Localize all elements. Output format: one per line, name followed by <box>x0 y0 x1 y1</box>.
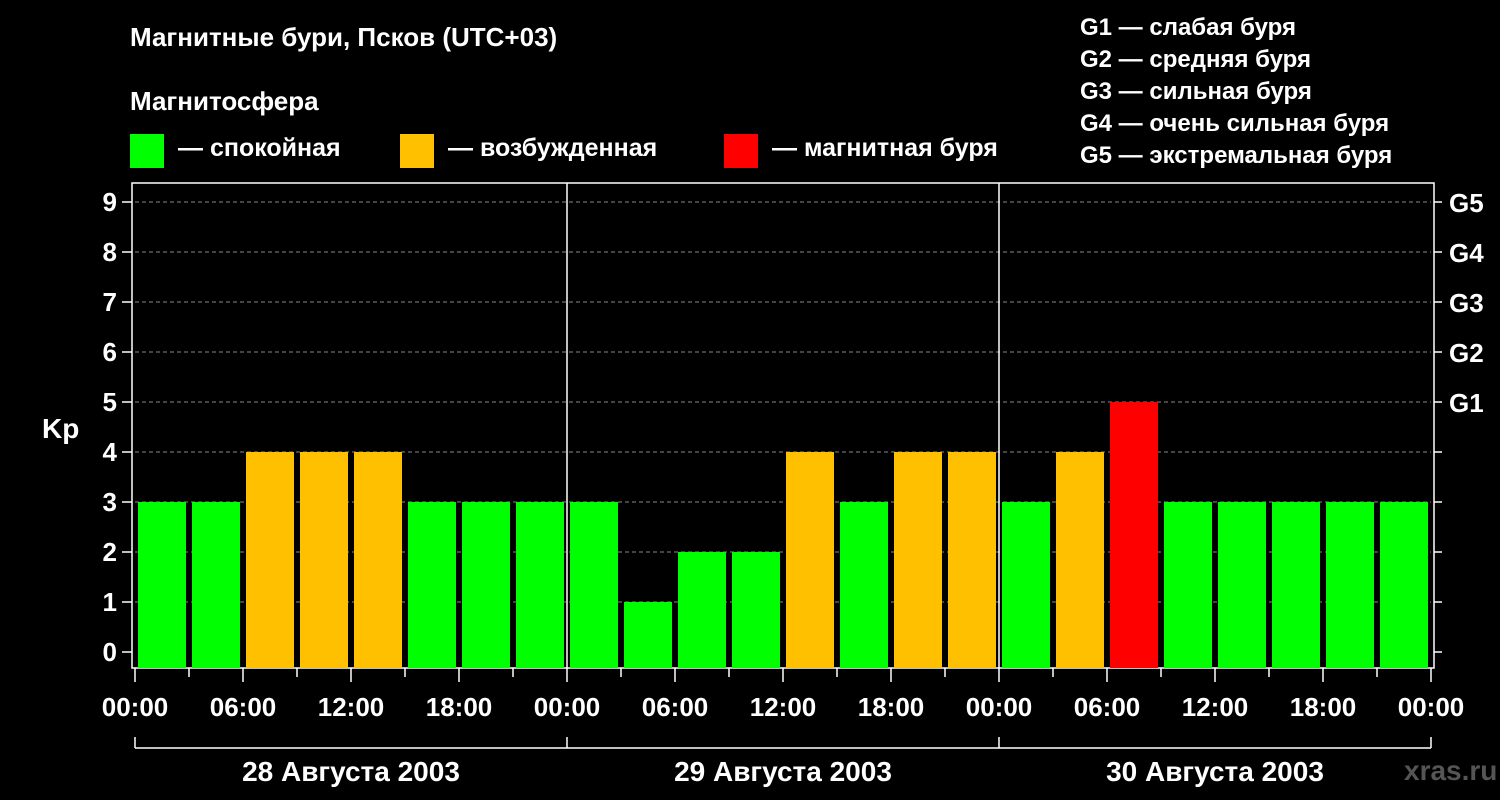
x-tick-label: 06:00 <box>210 692 277 722</box>
kp-bar <box>840 502 888 668</box>
x-tick-label: 06:00 <box>1074 692 1141 722</box>
kp-bar <box>462 502 510 668</box>
kp-bar <box>678 552 726 668</box>
g-scale-label: G4 <box>1449 238 1484 268</box>
y-tick-label: 7 <box>103 287 117 317</box>
y-tick-label: 8 <box>103 237 117 267</box>
g-scale-label: G5 <box>1449 188 1484 218</box>
kp-bar <box>192 502 240 668</box>
x-tick-label: 18:00 <box>426 692 493 722</box>
kp-bar <box>570 502 618 668</box>
kp-bar <box>516 502 564 668</box>
y-tick-label: 5 <box>103 387 117 417</box>
kp-bar <box>354 452 402 668</box>
y-tick-label: 2 <box>103 537 117 567</box>
x-tick-label: 00:00 <box>534 692 601 722</box>
kp-bar <box>948 452 996 668</box>
kp-bar <box>894 452 942 668</box>
x-tick-label: 12:00 <box>750 692 817 722</box>
kp-bar <box>1164 502 1212 668</box>
x-tick-label: 18:00 <box>858 692 925 722</box>
watermark: xras.ru <box>1404 755 1498 786</box>
y-tick-label: 9 <box>103 187 117 217</box>
y-tick-label: 4 <box>103 437 118 467</box>
kp-bar <box>138 502 186 668</box>
kp-chart: 0 1 2 3 4 5 6 7 8 9 Kp G1 G2 G3 G4 G5 00:00 06:00 12:00 18:… <box>42 182 1484 787</box>
kp-bar <box>732 552 780 668</box>
kp-bar <box>408 502 456 668</box>
kp-bar <box>1218 502 1266 668</box>
kp-bar <box>786 452 834 668</box>
x-tick-label: 12:00 <box>318 692 385 722</box>
y-tick-label: 1 <box>103 587 117 617</box>
x-tick-label: 12:00 <box>1182 692 1249 722</box>
kp-bar <box>1380 502 1428 668</box>
day-label: 30 Августа 2003 <box>1106 756 1324 787</box>
kp-bar <box>246 452 294 668</box>
x-tick-label: 06:00 <box>642 692 709 722</box>
kp-bar <box>1272 502 1320 668</box>
y-tick-label: 0 <box>103 637 117 667</box>
kp-bar <box>1110 402 1158 668</box>
y-axis-label: Kp <box>42 413 79 444</box>
g-scale-label: G3 <box>1449 288 1484 318</box>
day-label: 29 Августа 2003 <box>674 756 892 787</box>
kp-bar <box>624 602 672 668</box>
g-scale-label: G2 <box>1449 338 1484 368</box>
x-tick-label: 18:00 <box>1290 692 1357 722</box>
day-label: 28 Августа 2003 <box>242 756 460 787</box>
x-tick-label: 00:00 <box>102 692 169 722</box>
y-tick-label: 3 <box>103 487 117 517</box>
kp-bar <box>1002 502 1050 668</box>
g-scale-label: G1 <box>1449 388 1484 418</box>
y-tick-label: 6 <box>103 337 117 367</box>
kp-bar <box>300 452 348 668</box>
kp-bar <box>1326 502 1374 668</box>
x-tick-label: 00:00 <box>1398 692 1465 722</box>
kp-bar <box>1056 452 1104 668</box>
x-tick-label: 00:00 <box>966 692 1033 722</box>
